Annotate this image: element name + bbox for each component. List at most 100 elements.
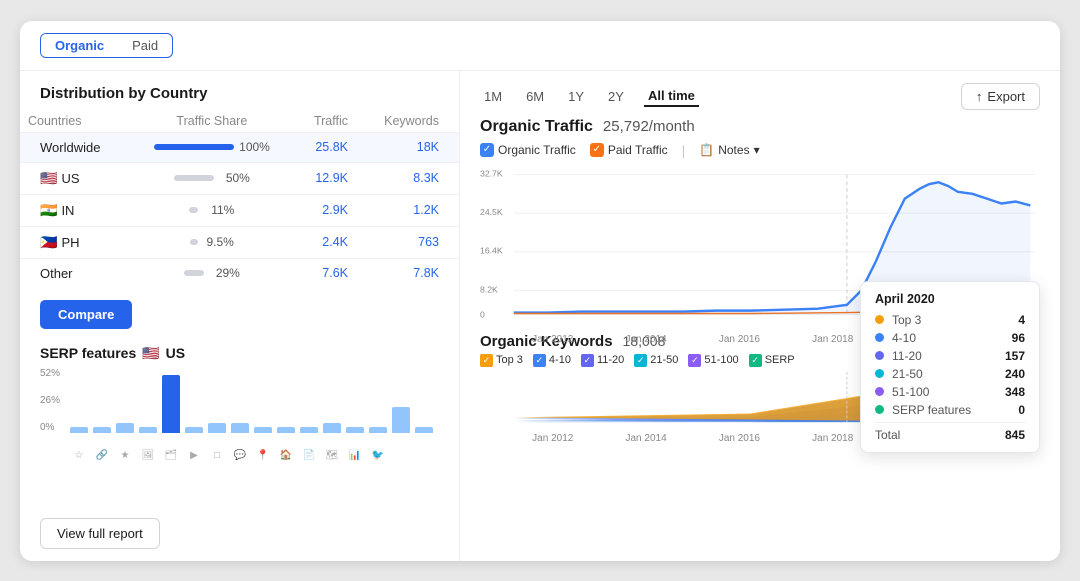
kw-legend-item[interactable]: ✓51-100 <box>688 354 738 367</box>
tooltip-row: SERP features 0 <box>875 403 1025 417</box>
serp-y-52: 52% <box>40 368 60 379</box>
paid-legend-label: Paid Traffic <box>608 143 668 157</box>
organic-traffic-legend[interactable]: ✓ Organic Traffic <box>480 143 576 157</box>
kw-x-4: Jan 2018 <box>812 433 853 444</box>
kw-legend-item[interactable]: ✓Top 3 <box>480 354 523 367</box>
paid-toggle-btn[interactable]: Paid <box>118 34 172 57</box>
serp-icon: 📊 <box>346 450 364 461</box>
notes-icon: 📋 <box>699 143 714 157</box>
serp-icon: 🗂 <box>162 450 180 461</box>
keywords-cell: 763 <box>356 226 459 258</box>
top-bar: Organic Paid <box>20 21 1060 71</box>
paid-traffic-legend[interactable]: ✓ Paid Traffic <box>590 143 668 157</box>
organic-legend-label: Organic Traffic <box>498 143 576 157</box>
tooltip-total-value: 845 <box>1005 428 1025 442</box>
serp-bar <box>392 407 410 433</box>
serp-icon: 🖼 <box>139 450 157 461</box>
paid-check: ✓ <box>590 143 604 157</box>
right-panel: 1M 6M 1Y 2Y All time ↑ Export Organic Tr… <box>460 71 1060 561</box>
serp-bar <box>208 423 226 433</box>
kw-check: ✓ <box>749 354 762 367</box>
time-6m[interactable]: 6M <box>522 87 548 106</box>
tooltip-value: 4 <box>1018 313 1025 327</box>
serp-flag: 🇺🇸 <box>142 345 159 362</box>
kw-legend-item[interactable]: ✓4-10 <box>533 354 571 367</box>
tooltip-value: 0 <box>1018 403 1025 417</box>
tooltip-dot <box>875 387 884 396</box>
serp-bar <box>346 427 364 433</box>
kw-legend-item[interactable]: ✓SERP <box>749 354 795 367</box>
serp-bar <box>162 375 180 433</box>
svg-text:0: 0 <box>480 309 485 319</box>
tooltip-value: 240 <box>1005 367 1025 381</box>
tooltip-total: Total 845 <box>875 422 1025 442</box>
x-label-3: Jan 2016 <box>719 334 760 345</box>
serp-y-labels: 52% 26% 0% <box>40 368 60 433</box>
serp-icon: 🗺 <box>323 450 341 461</box>
serp-title-text: SERP features <box>40 345 136 361</box>
table-row: 🇺🇸US 50% 12.9K 8.3K <box>20 162 459 194</box>
tooltip-dot <box>875 369 884 378</box>
notes-button[interactable]: 📋 Notes ▾ <box>699 143 759 157</box>
legend-row: ✓ Organic Traffic ✓ Paid Traffic | 📋 Not… <box>460 140 1060 162</box>
export-button[interactable]: ↑ Export <box>961 83 1040 110</box>
serp-bar <box>70 427 88 433</box>
col-header-traffic-share: Traffic Share <box>130 110 294 133</box>
serp-bar <box>369 427 387 433</box>
left-panel: Distribution by Country Countries Traffi… <box>20 71 460 561</box>
serp-bar <box>231 423 249 433</box>
serp-bar <box>93 427 111 433</box>
tooltip-row: 21-50 240 <box>875 367 1025 381</box>
kw-x-2: Jan 2014 <box>626 433 667 444</box>
traffic-share-cell: 100% <box>130 132 294 162</box>
traffic-share-cell: 9.5% <box>130 226 294 258</box>
tooltip-row: 11-20 157 <box>875 349 1025 363</box>
kw-x-3: Jan 2016 <box>719 433 760 444</box>
serp-icon: ★ <box>116 450 134 461</box>
serp-icon: ▶ <box>185 450 203 461</box>
traffic-share-cell: 50% <box>130 162 294 194</box>
col-header-countries: Countries <box>20 110 130 133</box>
x-label-2: Jan 2014 <box>626 334 667 345</box>
serp-chart-area: 52% 26% 0% <box>40 368 439 448</box>
time-range-bar: 1M 6M 1Y 2Y All time ↑ Export <box>460 71 1060 114</box>
kw-x-1: Jan 2012 <box>532 433 573 444</box>
traffic-share-cell: 29% <box>130 258 294 288</box>
tooltip-value: 157 <box>1005 349 1025 363</box>
table-row: 🇵🇭PH 9.5% 2.4K 763 <box>20 226 459 258</box>
traffic-cell: 12.9K <box>294 162 356 194</box>
tooltip-row: 4-10 96 <box>875 331 1025 345</box>
country-name: Other <box>20 258 130 288</box>
tooltip-box: April 2020 Top 3 4 4-10 96 11-20 157 21-… <box>860 281 1040 453</box>
serp-title: SERP features 🇺🇸 US <box>40 345 439 362</box>
time-1y[interactable]: 1Y <box>564 87 588 106</box>
kw-legend-item[interactable]: ✓21-50 <box>634 354 678 367</box>
time-2y[interactable]: 2Y <box>604 87 628 106</box>
serp-icon: 📍 <box>254 450 272 461</box>
keywords-cell: 8.3K <box>356 162 459 194</box>
kw-legend-label: SERP <box>765 354 795 366</box>
kw-legend-item[interactable]: ✓11-20 <box>581 354 624 367</box>
serp-section: SERP features 🇺🇸 US 52% 26% 0% ☆🔗★🖼🗂▶□💬📍… <box>20 341 459 510</box>
serp-y-0: 0% <box>40 422 60 433</box>
col-header-keywords: Keywords <box>356 110 459 133</box>
country-table: Countries Traffic Share Traffic Keywords… <box>20 110 459 288</box>
serp-icon: 🔗 <box>93 450 111 461</box>
col-header-traffic: Traffic <box>294 110 356 133</box>
keywords-cell: 18K <box>356 132 459 162</box>
time-1m[interactable]: 1M <box>480 87 506 106</box>
kw-check: ✓ <box>480 354 493 367</box>
tooltip-label: 11-20 <box>892 349 997 363</box>
tooltip-row: 51-100 348 <box>875 385 1025 399</box>
country-name: 🇺🇸US <box>20 162 130 194</box>
tooltip-dot <box>875 351 884 360</box>
kw-legend-label: 11-20 <box>597 354 624 366</box>
organic-toggle-btn[interactable]: Organic <box>41 34 118 57</box>
compare-button[interactable]: Compare <box>40 300 132 329</box>
kw-check: ✓ <box>581 354 594 367</box>
time-all[interactable]: All time <box>644 86 699 107</box>
view-full-report-button[interactable]: View full report <box>40 518 160 549</box>
kw-legend-label: 51-100 <box>704 354 738 366</box>
main-card: Organic Paid Distribution by Country Cou… <box>20 21 1060 561</box>
serp-bar <box>415 427 433 433</box>
